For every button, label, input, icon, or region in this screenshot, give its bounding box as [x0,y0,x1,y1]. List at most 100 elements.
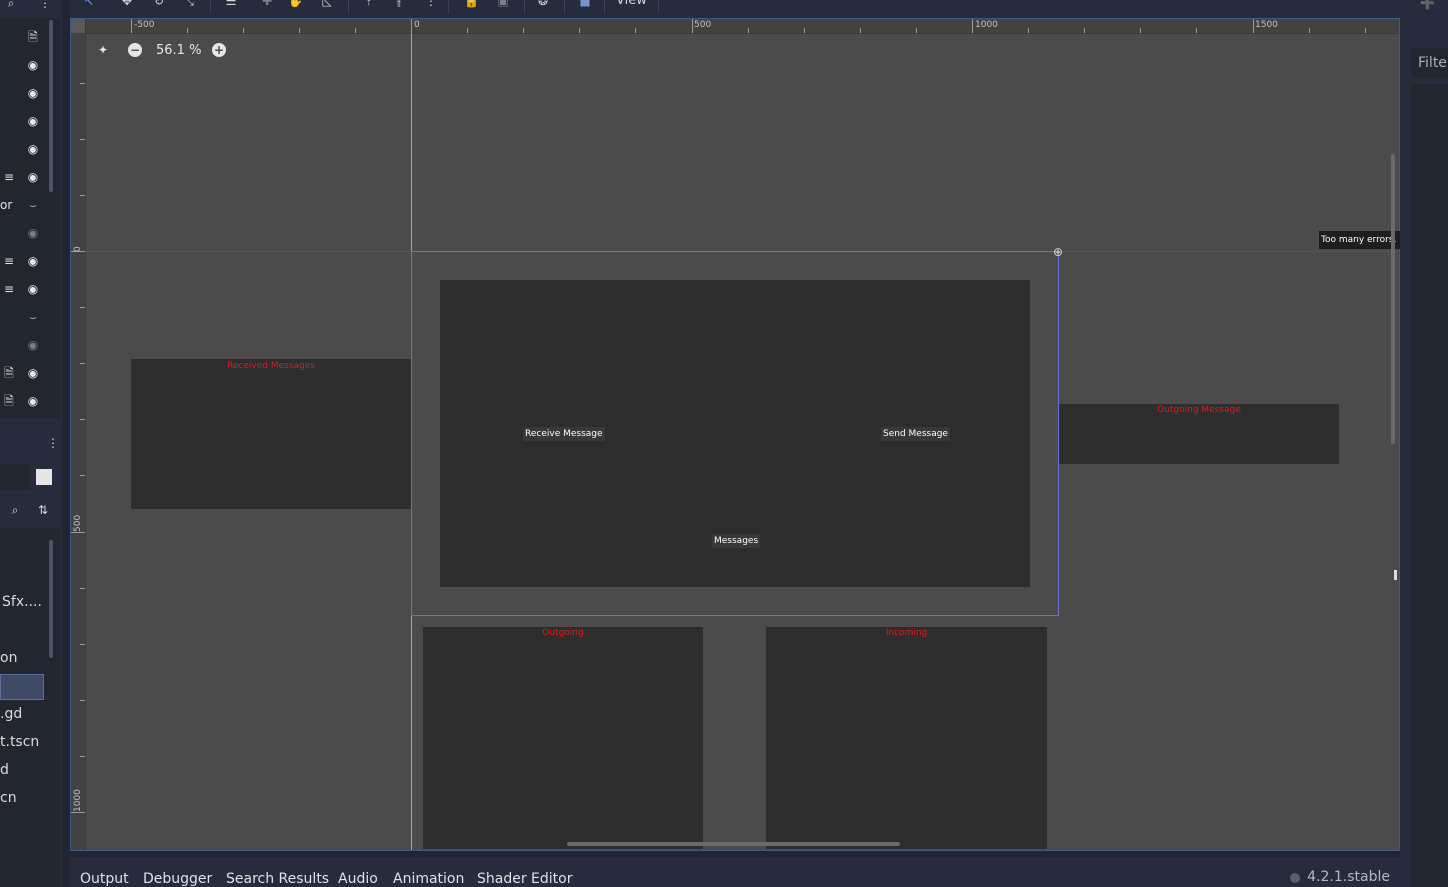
script-icon[interactable]: 🗎 [2,366,16,380]
sort-icon[interactable]: ⇅ [36,503,50,517]
visibility-icon[interactable]: ◉ [26,282,40,296]
ruler-tick [186,28,188,33]
script-icon[interactable]: 🗎 [26,30,40,44]
zoom-reset-icon[interactable]: ✦ [96,43,110,57]
camera-override-icon[interactable]: ■ [578,0,592,8]
visibility-icon[interactable]: ◉ [26,58,40,72]
ruler-tick [579,28,581,33]
receive-message-button[interactable]: Receive Message [523,427,605,441]
ruler-tick [80,587,85,589]
separator [348,0,349,14]
visibility-icon[interactable]: ◉ [26,170,40,184]
ruler-tick [80,194,85,196]
received-messages-panel[interactable]: Received Messages [131,359,411,509]
tab-output[interactable]: Output [80,871,129,887]
ruler-tick [467,28,469,33]
viewport-vertical-scrollbar[interactable] [1391,154,1395,444]
separator [658,0,659,14]
filesystem-item[interactable]: Sfx.... [2,594,42,610]
bottom-panel: Output Debugger Search Results Audio Ani… [70,857,1400,887]
ruler-horizontal[interactable] [71,19,1399,34]
messages-button[interactable]: Messages [712,534,761,548]
ruler-label: 500 [73,514,83,532]
zoom-level[interactable]: 56.1 % [156,43,201,58]
pan-mode-icon[interactable]: ✋ [288,0,303,8]
ruler-tick [354,28,356,33]
ruler-tick [80,82,85,84]
more-options-icon[interactable]: ⋮ [46,436,60,450]
outgoing-panel[interactable]: Outgoing [423,627,703,849]
add-icon[interactable]: ➕ [1420,0,1435,10]
resize-handle[interactable] [1394,570,1397,580]
pivot-icon[interactable]: ⊕ [1053,246,1063,258]
ruler-tick [130,19,132,33]
send-message-button[interactable]: Send Message [881,427,950,441]
filesystem-item[interactable]: .gd [0,706,22,722]
visibility-icon[interactable]: ◉ [26,254,40,268]
ruler-tick [1140,28,1142,33]
split-view-icon[interactable] [36,469,52,485]
viewport-horizontal-scrollbar[interactable] [567,842,900,846]
collapse-icon[interactable]: ⌣ [26,198,40,212]
signal-icon[interactable]: ≡ [2,170,16,184]
filesystem-scrollbar[interactable] [49,540,53,658]
collapse-icon[interactable]: ⌣ [26,310,40,324]
signal-icon[interactable]: ≡ [2,282,16,296]
filesystem-item[interactable]: cn [0,790,17,806]
ruler-mode-icon[interactable]: ◺ [320,0,334,8]
tab-shader-editor[interactable]: Shader Editor [477,871,572,887]
ruler-tick [691,19,693,33]
visibility-icon[interactable]: ◉ [26,114,40,128]
ruler-tick [1196,28,1198,33]
ruler-tick [972,19,973,33]
version-label[interactable]: 4.2.1.stable [1307,869,1390,885]
ruler-tick [298,28,300,33]
ruler-tick [915,28,917,33]
pivot-mode-icon[interactable]: ✚ [260,0,274,8]
tab-search-results[interactable]: Search Results [226,871,329,887]
panel-title: Outgoing Message [1157,405,1241,415]
filesystem-selected-row[interactable] [0,674,44,700]
rotate-mode-icon[interactable]: ↻ [152,0,166,8]
select-mode-icon[interactable]: ↖ [82,0,96,8]
snap-options-icon[interactable]: ⋮ [424,0,438,8]
inspector-panel [1411,84,1448,887]
visibility-icon[interactable]: ◉ [26,394,40,408]
view-menu[interactable]: View [616,0,647,8]
incoming-panel[interactable]: Incoming [766,627,1047,849]
zoom-out-button[interactable]: − [128,43,142,57]
tab-debugger[interactable]: Debugger [143,871,212,887]
visibility-icon[interactable]: ◉ [26,338,40,352]
lock-icon[interactable]: 🔒 [464,0,479,8]
tree-item-label: or [0,198,13,212]
ruler-tick [80,475,85,477]
outgoing-message-panel[interactable]: Outgoing Message [1059,404,1339,464]
filesystem-item[interactable]: t.tscn [0,734,39,750]
visibility-icon[interactable]: ◉ [26,86,40,100]
script-icon[interactable]: 🗎 [2,394,16,408]
search-icon[interactable]: ⌕ [4,0,18,10]
scale-mode-icon[interactable]: ⤡ [182,0,196,8]
move-mode-icon[interactable]: ✥ [120,0,134,8]
smart-snap-icon[interactable]: ⫯ [362,0,376,8]
filesystem-item[interactable]: on [0,650,17,666]
grid-snap-icon[interactable]: ⫲ [392,0,406,8]
signal-icon[interactable]: ≡ [2,254,16,268]
bone-icon[interactable]: ❂ [536,0,550,8]
search-icon[interactable]: ⌕ [8,503,22,517]
filesystem-path-field[interactable] [0,464,30,490]
ruler-tick [80,419,85,421]
error-toast[interactable]: Too many errors, r [1319,231,1401,249]
visibility-icon[interactable]: ◉ [26,142,40,156]
list-select-icon[interactable]: ☰ [224,0,238,8]
group-icon[interactable]: ▣ [496,0,510,8]
tab-animation[interactable]: Animation [393,871,464,887]
filesystem-item[interactable]: d [0,762,9,778]
visibility-icon[interactable]: ◉ [26,366,40,380]
visibility-icon[interactable]: ◉ [26,226,40,240]
more-options-icon[interactable]: ⋮ [38,0,52,10]
zoom-in-button[interactable]: + [212,43,226,57]
ruler-vertical[interactable] [71,19,86,850]
scene-tree-scrollbar[interactable] [49,20,53,192]
tab-audio[interactable]: Audio [338,871,378,887]
